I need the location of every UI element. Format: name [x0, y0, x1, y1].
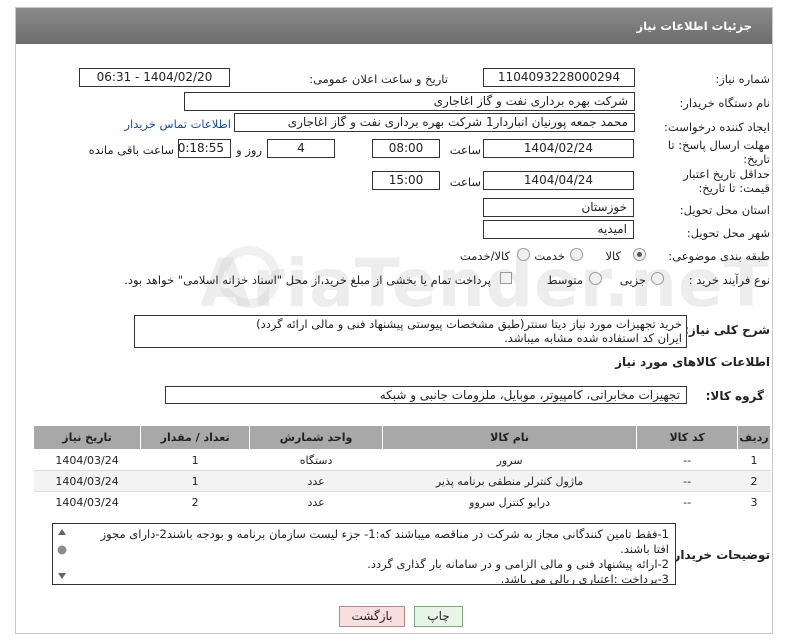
province-label: استان محل تحویل:	[679, 203, 770, 217]
cell-code: --	[636, 470, 738, 492]
panel-header: جزئیات اطلاعات نیاز	[16, 8, 772, 44]
col-date-header: تاریخ نیاز	[32, 425, 142, 450]
requester-label: ایجاد کننده درخواست:	[664, 120, 770, 134]
public-date-field: 1404/02/20 - 06:31	[79, 68, 230, 87]
treasury-payment-checkbox[interactable]	[500, 272, 512, 284]
validity-date-field: 1404/04/24	[483, 171, 634, 190]
cell-unit: دستگاه	[249, 449, 383, 471]
province-field: خوزستان	[483, 198, 634, 217]
category-goods-service-radio[interactable]	[517, 248, 530, 261]
min-validity-label: حداقل تاریخ اعتبار قیمت: تا تاریخ:	[683, 167, 770, 195]
cell-code: --	[636, 449, 738, 471]
col-code-header: کد کالا	[636, 425, 739, 450]
validity-time-field: 15:00	[372, 171, 440, 190]
reply-deadline-label: مهلت ارسال پاسخ: تا تاریخ:	[667, 138, 770, 166]
public-date-label: تاریخ و ساعت اعلان عمومی:	[309, 72, 448, 86]
goods-group-label: گروه کالا:	[705, 389, 764, 403]
category-goods-service-label: کالا/خدمت	[459, 249, 510, 263]
reply-date-field: 1404/02/24	[483, 139, 634, 158]
notes-scrollbar[interactable]	[55, 526, 69, 582]
process-type-label: نوع فرآیند خرید :	[688, 273, 770, 287]
print-button[interactable]: چاپ	[414, 606, 463, 627]
city-field: امیدیه	[483, 220, 634, 239]
buyer-notes-label: توضیحات خریدار:	[668, 548, 770, 562]
cell-row: 3	[737, 491, 771, 513]
cell-name: سرور	[382, 449, 637, 471]
process-minor-label: جزیی	[619, 273, 646, 287]
description-label: شرح کلی نیاز:	[684, 323, 770, 337]
requester-field: محمد جمعه پورنیان انباردار1 شرکت بهره بر…	[234, 113, 635, 132]
category-service-radio[interactable]	[570, 248, 583, 261]
days-label: روز و	[236, 143, 262, 157]
category-goods-radio[interactable]	[633, 248, 646, 261]
reply-time-field: 08:00	[372, 139, 440, 158]
process-minor-radio[interactable]	[651, 272, 664, 285]
description-line-2: ایران کد استفاده شده مشابه میباشد.	[504, 331, 682, 345]
process-medium-radio[interactable]	[589, 272, 602, 285]
remaining-time-field: 00:18:55	[178, 139, 231, 158]
hours-left-label: ساعت باقی مانده	[88, 143, 174, 157]
note-line-3: 2-ارائه پیشنهاد فنی و مالی الزامی و در س…	[367, 557, 669, 571]
col-name-header: نام کالا	[381, 425, 638, 450]
need-number-field: 1104093228000294	[483, 68, 635, 87]
note-line-4: 3-پرداخت :اعتباری ریالی می باشد.	[500, 572, 669, 585]
days-field: 4	[267, 139, 335, 158]
table-row: 1 -- سرور دستگاه 1 1404/03/24	[33, 449, 771, 471]
description-line-1: خرید تجهیزات مورد نیاز دیتا سنتر(طبق مشخ…	[256, 317, 682, 331]
cell-date: 1404/03/24	[33, 491, 141, 513]
need-number-label: شماره نیاز:	[715, 72, 770, 86]
category-goods-label: کالا	[605, 249, 621, 263]
col-unit-header: واحد شمارش	[249, 425, 383, 450]
buyer-name-label: نام دستگاه خریدار:	[679, 96, 770, 110]
cell-row: 1	[737, 449, 771, 471]
note-line-2: افتا باشند.	[620, 542, 669, 556]
cell-qty: 1	[140, 449, 250, 471]
treasury-payment-note: پرداخت تمام یا بخشی از مبلغ خرید،از محل …	[124, 273, 491, 287]
process-medium-label: متوسط	[546, 273, 583, 287]
buyer-name-field: شرکت بهره برداری نفت و گاز اغاجاری	[184, 92, 635, 111]
validity-hour-label: ساعت	[449, 175, 481, 189]
back-button[interactable]: بازگشت	[339, 606, 405, 627]
cell-unit: عدد	[249, 470, 383, 492]
cell-qty: 2	[140, 491, 250, 513]
col-qty-header: تعداد / مقدار	[140, 425, 251, 450]
category-label: طبقه بندی موضوعی:	[668, 249, 770, 263]
category-service-label: خدمت	[534, 249, 565, 263]
buyer-contact-link[interactable]: اطلاعات تماس خریدار	[124, 117, 231, 131]
panel-title: جزئیات اطلاعات نیاز	[636, 19, 752, 33]
cell-code: --	[636, 491, 738, 513]
cell-name: ماژول کنترلر منطقی برنامه پذیر	[382, 470, 637, 492]
cell-date: 1404/03/24	[33, 449, 141, 471]
cell-name: درایو کنترل سروو	[382, 491, 637, 513]
cell-date: 1404/03/24	[33, 470, 141, 492]
goods-table: ردیف کد کالا نام کالا واحد شمارش تعداد /…	[32, 425, 771, 513]
col-row-header: ردیف	[737, 425, 771, 450]
note-line-1: 1-فقط تامین کنندگانی مجاز به شرکت در منا…	[100, 527, 669, 541]
goods-info-title: اطلاعات کالاهای مورد نیاز	[615, 355, 770, 369]
reply-hour-label: ساعت	[449, 143, 481, 157]
cell-qty: 1	[140, 470, 250, 492]
buyer-notes-field: 1-فقط تامین کنندگانی مجاز به شرکت در منا…	[52, 523, 676, 585]
cell-row: 2	[737, 470, 771, 492]
cell-unit: عدد	[249, 491, 383, 513]
table-row: 3 -- درایو کنترل سروو عدد 2 1404/03/24	[33, 491, 771, 513]
table-row: 2 -- ماژول کنترلر منطقی برنامه پذیر عدد …	[33, 470, 771, 492]
goods-group-field: تجهیزات مخابراتی، کامپیوتر، موبایل، ملزو…	[165, 386, 687, 404]
city-label: شهر محل تحویل:	[686, 226, 770, 240]
description-field: خرید تجهیزات مورد نیاز دیتا سنتر(طبق مشخ…	[134, 315, 687, 348]
